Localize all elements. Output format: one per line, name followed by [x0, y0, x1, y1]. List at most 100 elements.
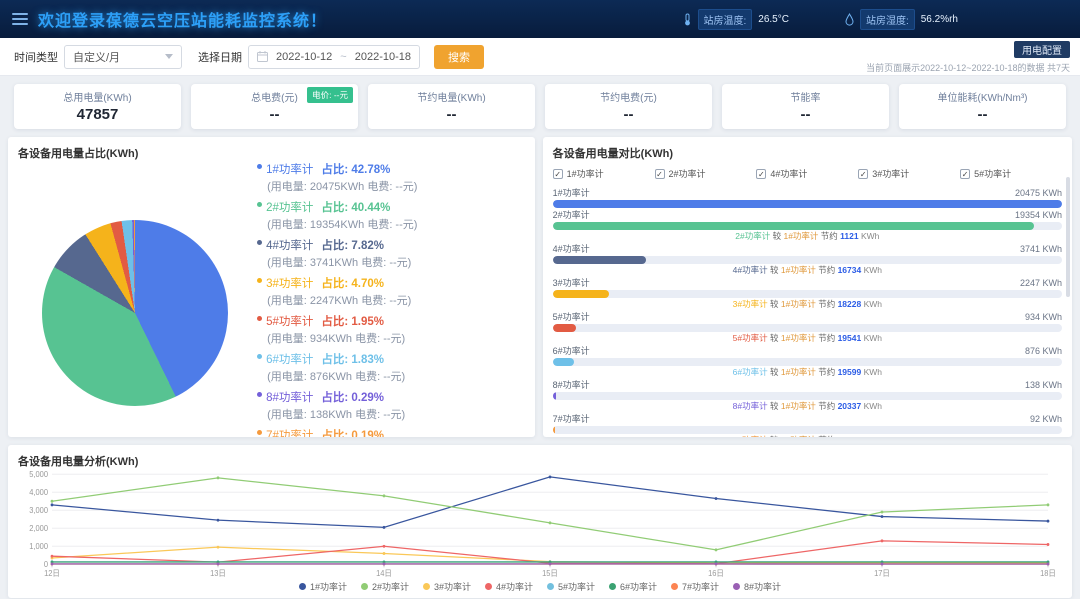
pie-legend-item: 3#功率计 占比: 4.70%(用电量: 2247KWh 电费: --元): [257, 275, 525, 308]
bar-device-name: 5#功率计: [553, 312, 590, 323]
ratio-value: 占比: 0.29%: [321, 389, 384, 405]
device-checkbox[interactable]: ✓4#功率计: [756, 167, 858, 180]
line-legend-item[interactable]: 6#功率计: [609, 580, 657, 593]
line-legend-item[interactable]: 2#功率计: [361, 580, 409, 593]
saved-value: 18228: [838, 299, 862, 309]
bar-track: [553, 426, 1062, 434]
search-button[interactable]: 搜索: [434, 45, 484, 69]
bar-track: [553, 290, 1062, 298]
stat-card-saved-cost: 节约电费(元) --: [545, 84, 712, 129]
bar-value: 138 KWh: [1025, 380, 1062, 391]
humidity-value: 56.2%rh: [921, 14, 958, 25]
line-legend-item[interactable]: 5#功率计: [547, 580, 595, 593]
pie-legend-line1: 2#功率计 占比: 40.44%: [257, 199, 525, 215]
bar-fill: [553, 256, 646, 264]
device-name: 8#功率计: [266, 389, 313, 405]
bar-fill: [553, 358, 575, 366]
bar-track: [553, 392, 1062, 400]
bar-value: 2247 KWh: [1020, 278, 1062, 289]
ratio-value: 占比: 7.82%: [321, 237, 384, 253]
bar-fill: [553, 222, 1034, 230]
bar-fill: [553, 426, 555, 434]
menu-hamburger-icon[interactable]: [12, 13, 28, 25]
line-panel: 各设备用电量分析(KWh) 01,0002,0003,0004,0005,000…: [8, 445, 1072, 598]
legend-label: 4#功率计: [496, 580, 533, 593]
pie-legend-line1: 7#功率计 占比: 0.19%: [257, 427, 525, 437]
device-checkbox[interactable]: ✓1#功率计: [553, 167, 655, 180]
pie-legend-line1: 6#功率计 占比: 1.83%: [257, 351, 525, 367]
checkbox-label: 2#功率计: [669, 167, 706, 180]
bar-saving-note: 8#功率计 较 1#功率计 节约 20337 KWh: [553, 401, 1062, 412]
bar-row-head: 6#功率计876 KWh: [553, 346, 1062, 357]
power-config-button[interactable]: 用电配置: [1014, 41, 1070, 58]
bar-row: 7#功率计92 KWh7#功率计 较 1#功率计 节约 20383 KWh: [553, 414, 1062, 437]
bar-panel-title: 各设备用电量对比(KWh): [553, 145, 1062, 161]
bar-row-head: 2#功率计19354 KWh: [553, 210, 1062, 221]
legend-label: 6#功率计: [620, 580, 657, 593]
bar-device-name: 3#功率计: [553, 278, 590, 289]
device-checkbox[interactable]: ✓2#功率计: [655, 167, 757, 180]
temperature-value: 26.5°C: [758, 14, 789, 25]
bar-track: [553, 256, 1062, 264]
stat-cards-row: 总用电量(KWh) 47857 电价: --元 总电费(元) -- 节约电量(K…: [0, 76, 1080, 137]
ratio-value: 占比: 1.83%: [321, 351, 384, 367]
date-label: 选择日期: [198, 49, 242, 65]
main-row: 各设备用电量占比(KWh) 1#功率计 占比: 42.78%(用电量: 2047…: [8, 137, 1072, 437]
svg-text:1,000: 1,000: [29, 542, 48, 551]
legend-dot-icon: [257, 430, 262, 435]
ratio-value: 占比: 42.78%: [321, 161, 390, 177]
usage-cost-line: (用电量: 3741KWh 电费: --元): [257, 254, 525, 270]
line-legend-item[interactable]: 3#功率计: [423, 580, 471, 593]
device-checkbox[interactable]: ✓3#功率计: [858, 167, 960, 180]
legend-dot-icon: [609, 583, 616, 590]
bar-row: 2#功率计19354 KWh 2#功率计 较 1#功率计 节约 1121 KWh: [553, 210, 1062, 242]
bar-device-name: 7#功率计: [553, 414, 590, 425]
stat-value: --: [372, 106, 531, 123]
ratio-value: 占比: 4.70%: [321, 275, 384, 291]
line-legend-item[interactable]: 4#功率计: [485, 580, 533, 593]
pie-chart: [42, 220, 228, 406]
thermometer-icon: [683, 13, 692, 26]
bar-row: 1#功率计20475 KWh: [553, 188, 1062, 208]
bar-panel-scrollbar[interactable]: [1066, 177, 1070, 297]
ratio-value: 占比: 1.95%: [321, 313, 384, 329]
bar-track: [553, 222, 1062, 230]
time-type-select[interactable]: 自定义/月: [64, 45, 182, 69]
bar-row-head: 4#功率计 3741 KWh: [553, 244, 1062, 255]
line-legend-item[interactable]: 7#功率计: [671, 580, 719, 593]
legend-dot-icon: [547, 583, 554, 590]
saved-value: 19541: [838, 333, 862, 343]
usage-cost-line: (用电量: 19354KWh 电费: --元): [257, 216, 525, 232]
stat-card-saved-kwh: 节约电量(KWh) --: [368, 84, 535, 129]
line-legend-item[interactable]: 8#功率计: [733, 580, 781, 593]
date-range-picker[interactable]: 2022-10-12 ~ 2022-10-18: [248, 45, 420, 69]
bar-row: 6#功率计876 KWh6#功率计 较 1#功率计 节约 19599 KWh: [553, 346, 1062, 378]
legend-dot-icon: [257, 392, 262, 397]
line-legend: 1#功率计 2#功率计 3#功率计 4#功率计 5#功率计 6#功率计 7#功率计 8#功率计: [18, 580, 1062, 595]
bar-device-name: 4#功率计: [553, 244, 590, 255]
svg-text:14日: 14日: [376, 569, 392, 578]
bar-panel: 各设备用电量对比(KWh) ✓1#功率计✓2#功率计✓4#功率计✓3#功率计✓5…: [543, 137, 1072, 437]
line-chart: 01,0002,0003,0004,0005,00012日13日14日15日16…: [18, 469, 1062, 580]
stat-value: --: [903, 106, 1062, 123]
bar-saving-note: 2#功率计 较 1#功率计 节约 1121 KWh: [553, 231, 1062, 242]
legend-label: 3#功率计: [434, 580, 471, 593]
price-badge: 电价: --元: [307, 87, 353, 103]
usage-cost-line: (用电量: 876KWh 电费: --元): [257, 368, 525, 384]
bar-value: 3741 KWh: [1020, 244, 1062, 255]
legend-label: 8#功率计: [744, 580, 781, 593]
pie-legend-item: 6#功率计 占比: 1.83%(用电量: 876KWh 电费: --元): [257, 351, 525, 384]
usage-cost-line: (用电量: 138KWh 电费: --元): [257, 406, 525, 422]
line-legend-item[interactable]: 1#功率计: [299, 580, 347, 593]
device-name: 4#功率计: [266, 237, 313, 253]
bar-value: 92 KWh: [1030, 414, 1062, 425]
device-checkbox[interactable]: ✓5#功率计: [960, 167, 1062, 180]
stat-card-total-kwh: 总用电量(KWh) 47857: [14, 84, 181, 129]
svg-text:15日: 15日: [542, 569, 558, 578]
bar-row: 3#功率计2247 KWh3#功率计 较 1#功率计 节约 18228 KWh: [553, 278, 1062, 310]
device-name: 5#功率计: [266, 313, 313, 329]
bar-row-head: 8#功率计138 KWh: [553, 380, 1062, 391]
stat-value: --: [549, 106, 708, 123]
legend-dot-icon: [257, 316, 262, 321]
pie-legend-item: 8#功率计 占比: 0.29%(用电量: 138KWh 电费: --元): [257, 389, 525, 422]
